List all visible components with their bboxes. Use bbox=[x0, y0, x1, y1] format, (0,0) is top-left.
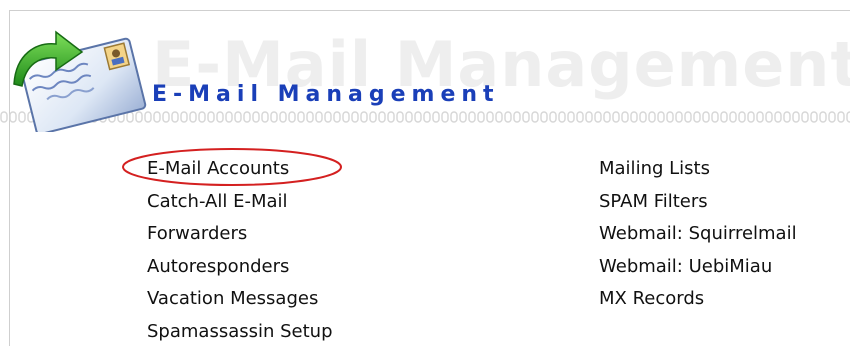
catch-all-email-link[interactable]: Catch-All E-Mail bbox=[147, 186, 333, 219]
mx-records-link[interactable]: MX Records bbox=[599, 283, 797, 316]
email-envelope-icon bbox=[4, 20, 154, 132]
webmail-squirrelmail-link[interactable]: Webmail: Squirrelmail bbox=[599, 218, 797, 251]
forwarders-link[interactable]: Forwarders bbox=[147, 218, 333, 251]
page-title: E-Mail Management bbox=[152, 84, 500, 106]
spamassassin-setup-link[interactable]: Spamassassin Setup bbox=[147, 316, 333, 348]
spam-filters-link[interactable]: SPAM Filters bbox=[599, 186, 797, 219]
autoresponders-link[interactable]: Autoresponders bbox=[147, 251, 333, 284]
menu-left-column: E-Mail Accounts Catch-All E-Mail Forward… bbox=[147, 153, 333, 348]
mailing-lists-link[interactable]: Mailing Lists bbox=[599, 153, 797, 186]
email-accounts-link[interactable]: E-Mail Accounts bbox=[147, 153, 333, 186]
vacation-messages-link[interactable]: Vacation Messages bbox=[147, 283, 333, 316]
webmail-uebimiau-link[interactable]: Webmail: UebiMiau bbox=[599, 251, 797, 284]
menu-right-column: Mailing Lists SPAM Filters Webmail: Squi… bbox=[599, 153, 797, 316]
